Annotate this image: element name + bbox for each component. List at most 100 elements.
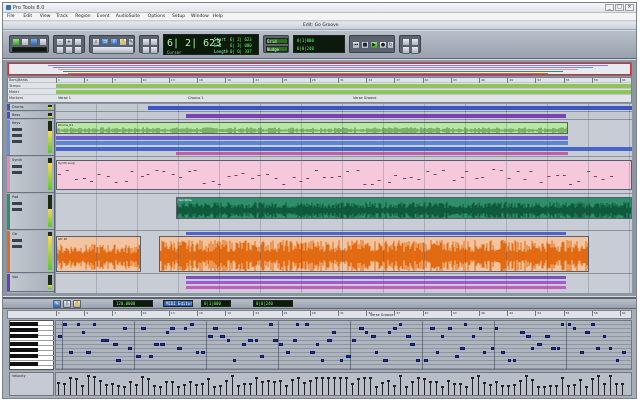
midi-note[interactable] [116,359,122,362]
velocity-stalk[interactable] [561,377,564,395]
midi-note[interactable] [393,327,398,330]
track-name[interactable]: Pad [12,195,18,199]
midi-note[interactable] [327,339,333,342]
velocity-stalk[interactable] [381,382,384,395]
velocity-stalk[interactable] [399,375,402,395]
zoom-out-button[interactable]: - [56,38,64,46]
zoom-1-button[interactable] [56,46,64,54]
velocity-stalk[interactable] [369,377,372,395]
track-name[interactable]: Drums [12,105,24,109]
velocity-stalk[interactable] [243,383,246,395]
velocity-stalk[interactable] [597,375,600,395]
link-track-button[interactable] [142,46,150,54]
midi-note[interactable] [530,347,534,350]
solo-mute-buttons[interactable] [12,165,22,168]
midi-note[interactable] [170,327,176,330]
velocity-stalk[interactable] [141,376,144,395]
midi-note[interactable] [435,351,439,354]
velocity-stalk[interactable] [237,385,240,395]
midi-note[interactable] [584,331,590,334]
velocity-stalk[interactable] [453,383,456,395]
loop-icon[interactable]: ↻ [387,41,394,49]
midi-note[interactable] [464,323,468,326]
velocity-stalk[interactable] [165,381,168,395]
midi-note[interactable] [596,347,601,350]
velocity-stalk[interactable] [549,385,552,395]
midi-note[interactable] [513,359,517,362]
velocity-stalk[interactable] [405,386,408,395]
velocity-stalk[interactable] [99,380,102,395]
vox-clip-3[interactable] [186,286,566,289]
velocity-stalk[interactable] [567,385,570,395]
midi-note[interactable] [105,339,110,342]
velocity-stalk[interactable] [345,377,348,395]
velocity-stalk[interactable] [579,379,582,395]
minimize-button[interactable]: _ [605,4,614,11]
track-header-synth[interactable]: Synth [7,157,54,193]
conductor-button[interactable] [411,46,419,54]
grid-value[interactable]: 0|1|000 [297,38,314,43]
black-key[interactable] [10,342,38,346]
midi-note[interactable] [454,355,459,358]
velocity-stalk[interactable] [249,383,252,395]
track-name[interactable]: Vox [12,275,18,279]
velocity-stalk[interactable] [129,381,132,395]
midi-note[interactable] [580,351,585,354]
menu-setup[interactable]: Setup [172,14,185,19]
stop-icon[interactable]: ■ [361,41,369,49]
record-button[interactable] [12,245,22,248]
velocity-stalk[interactable] [153,385,156,395]
menu-file[interactable]: File [7,14,15,19]
gtr-clip-1[interactable]: Gtr DI [56,236,141,272]
velocity-stalk[interactable] [513,384,516,395]
velocity-stalk[interactable] [585,386,588,395]
midi-note[interactable] [112,343,118,346]
velocity-stalk[interactable] [105,384,108,395]
midi-note[interactable] [242,343,247,346]
menu-help[interactable]: Help [213,14,223,19]
main-counter-display[interactable]: 6| 2| 623 Cursor Start End Length 6| 2| … [163,34,259,55]
menu-edit[interactable]: Edit [23,14,32,19]
black-key[interactable] [10,348,38,352]
menu-event[interactable]: Event [97,14,110,19]
velocity-stalk[interactable] [69,377,72,395]
solo-mute-buttons[interactable] [12,128,22,131]
velocity-stalk[interactable] [189,381,192,395]
midi-note[interactable] [321,359,325,362]
midi-note[interactable] [500,351,505,354]
synth-clip[interactable]: Synth Loop [56,160,632,190]
record-button[interactable] [12,134,22,137]
midi-note[interactable] [616,359,619,362]
midi-note[interactable] [212,327,218,330]
midi-note[interactable] [382,359,388,362]
track-header-pad[interactable]: Pad [7,194,54,230]
grid-label[interactable]: Grid [266,38,288,44]
grabber-tool-icon[interactable]: ✋ [73,300,81,308]
velocity-stalk[interactable] [393,385,396,395]
countoff-button[interactable] [402,46,410,54]
midi-note[interactable] [226,339,230,342]
midi-note[interactable] [544,335,550,338]
velocity-stalk[interactable] [147,378,150,395]
black-key[interactable] [10,328,38,332]
midi-note[interactable] [254,339,258,342]
menu-audiosuite[interactable]: AudioSuite [116,14,140,19]
velocity-stalk[interactable] [483,382,486,395]
track-header-bass[interactable]: Bass [7,112,54,119]
velocity-stalk[interactable] [615,383,618,395]
midi-note[interactable] [441,335,444,338]
midi-note[interactable] [346,355,352,358]
midi-note[interactable] [478,327,482,330]
velocity-stalk[interactable] [327,377,330,395]
track-name[interactable]: Gtr [12,232,18,236]
midi-note[interactable] [184,327,188,330]
velocity-stalk[interactable] [441,386,444,395]
marker-chorus-1[interactable]: Chorus 1 [188,96,204,100]
zoom-in-button[interactable]: + [65,38,73,46]
midi-note[interactable] [526,335,532,338]
velocity-stalk[interactable] [159,386,162,395]
velocity-stalk[interactable] [357,378,360,395]
meter-ruler[interactable]: Meter [8,90,631,95]
velocity-stalk[interactable] [315,377,318,395]
midi-note[interactable] [410,343,416,346]
